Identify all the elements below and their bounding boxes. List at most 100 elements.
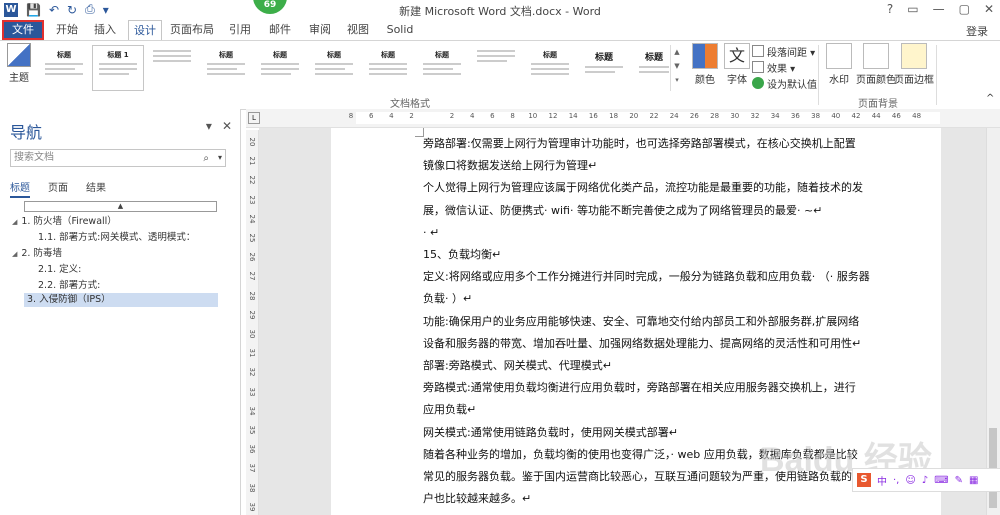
vertical-ruler-tick-label: 31 <box>248 348 256 358</box>
ruler-tick-label: 46 <box>891 112 901 120</box>
style-set-item[interactable]: 标题 <box>416 45 468 91</box>
page-border-button[interactable]: 页面边框 <box>894 43 934 86</box>
tab-home[interactable]: 开始 <box>52 20 82 40</box>
help-icon[interactable]: ? <box>887 2 893 16</box>
ime-voice-icon[interactable]: ♪ <box>922 475 928 486</box>
style-set-item[interactable]: 标题 <box>524 45 576 91</box>
ribbon-tabs: 文件 开始 插入 设计 页面布局 引用 邮件 审阅 视图 Solid 登录 <box>0 20 1000 40</box>
ruler-tick-label: 4 <box>389 112 394 120</box>
watermark-button[interactable]: 水印 <box>822 43 856 86</box>
style-set-item[interactable]: 标题 <box>200 45 252 91</box>
vertical-ruler-tick-label: 23 <box>248 195 256 205</box>
document-paragraph-line[interactable]: 户也比较越来越多。↵ <box>423 488 531 510</box>
ruler-tick-label: 32 <box>750 112 760 120</box>
nav-heading-item[interactable]: ◢ 1. 防火墙（Firewall） <box>12 215 117 229</box>
colors-button[interactable]: 颜色 <box>688 43 722 86</box>
tab-mailings[interactable]: 邮件 <box>266 20 294 40</box>
document-paragraph-line[interactable]: 功能:确保用户的业务应用能够快速、安全、可靠地交付给内部员工和外部服务群,扩展网… <box>423 311 859 333</box>
tab-view[interactable]: 视图 <box>344 20 372 40</box>
tab-references[interactable]: 引用 <box>226 20 254 40</box>
document-paragraph-line[interactable]: 展，微信认证、防便携式· wifi· 等功能不断完善使之成为了网络管理员的最爱·… <box>423 200 822 222</box>
page-color-button[interactable]: 页面颜色 <box>856 43 896 86</box>
document-paragraph-line[interactable]: 个人觉得上网行为管理应该属于网络优化类产品，流控功能是最重要的功能，随着技术的发 <box>423 177 863 199</box>
nav-heading-item-selected[interactable]: 3. 入侵防御（IPS） <box>24 293 218 307</box>
nav-heading-item[interactable]: 2.1. 定义: <box>38 263 81 277</box>
vertical-ruler-tick-label: 27 <box>248 271 256 281</box>
maximize-icon[interactable]: ▢ <box>959 2 970 16</box>
document-paragraph-line[interactable]: 15、负载均衡↵ <box>423 244 501 266</box>
expand-icon[interactable]: ◢ <box>12 218 17 226</box>
nav-heading-item[interactable]: 2.2. 部署方式: <box>38 279 100 293</box>
vertical-ruler-tick-label: 25 <box>248 233 256 243</box>
nav-options-icon[interactable]: ▾ <box>206 119 212 133</box>
document-paragraph-line[interactable]: 部署:旁路模式、网关模式、代理模式↵ <box>423 355 612 377</box>
ruler-tick-label: 36 <box>790 112 800 120</box>
nav-search-input[interactable]: 搜索文档 ⌕ ▾ <box>10 149 226 167</box>
ruler-tick-label: 16 <box>588 112 598 120</box>
minimize-icon[interactable]: — <box>933 2 945 16</box>
ime-punct-icon[interactable]: ·, <box>893 475 899 486</box>
style-set-item[interactable]: 标题 <box>38 45 90 91</box>
nav-tab-results[interactable]: 结果 <box>86 179 106 198</box>
vertical-ruler[interactable] <box>246 130 259 515</box>
nav-tab-headings[interactable]: 标题 <box>10 179 30 198</box>
document-paragraph-line[interactable]: 网关模式:通常使用链路负载时，使用网关模式部署↵ <box>423 422 678 444</box>
tab-design[interactable]: 设计 <box>128 20 162 40</box>
ribbon-display-icon[interactable]: ▭ <box>907 2 918 16</box>
collapse-ribbon-icon[interactable]: ^ <box>986 93 994 104</box>
document-paragraph-line[interactable]: 定义:将网络或应用多个工作分摊进行并同时完成，一般分为链路负载和应用负载· （·… <box>423 266 870 288</box>
nav-close-icon[interactable]: ✕ <box>222 119 232 133</box>
nav-tab-pages[interactable]: 页面 <box>48 179 68 198</box>
document-paragraph-line[interactable]: 镜像口将数据发送给上网行为管理↵ <box>423 155 597 177</box>
document-paragraph-line[interactable]: 负载· ）↵ <box>423 288 472 310</box>
vertical-ruler-tick-label: 28 <box>248 291 256 301</box>
style-set-item[interactable] <box>470 45 522 91</box>
paragraph-spacing-button[interactable]: 段落间距 ▾ <box>752 45 815 59</box>
tab-solid[interactable]: Solid <box>384 20 416 40</box>
ime-emoji-icon[interactable]: ☺ <box>905 475 915 486</box>
set-default-button[interactable]: 设为默认值 <box>752 77 817 91</box>
style-set-item[interactable] <box>146 45 198 91</box>
style-set-item[interactable]: 标题 <box>254 45 306 91</box>
themes-label: 主题 <box>9 73 29 84</box>
sogou-logo-icon: S <box>857 473 871 487</box>
style-set-item[interactable]: 标题 <box>578 45 630 91</box>
ime-toolbar[interactable]: S 中 ·, ☺ ♪ ⌨ ✎ ▦ <box>852 468 1000 492</box>
nav-collapse-bar[interactable]: ▲ <box>24 201 217 212</box>
themes-button[interactable]: 主题 <box>4 43 34 84</box>
close-icon[interactable]: ✕ <box>984 2 994 16</box>
ime-tools-icon[interactable]: ▦ <box>969 475 978 486</box>
ruler-tick-label: 8 <box>510 112 515 120</box>
style-set-item[interactable]: 标题 <box>362 45 414 91</box>
tab-review[interactable]: 审阅 <box>306 20 334 40</box>
tab-insert[interactable]: 插入 <box>90 20 120 40</box>
document-paragraph-line[interactable]: 设备和服务器的带宽、增加吞吐量、加强网络数据处理能力、提高网络的灵活性和可用性↵ <box>423 333 861 355</box>
nav-heading-item[interactable]: ◢ 2. 防毒墙 <box>12 247 62 261</box>
document-paragraph-line[interactable]: 应用负载↵ <box>423 399 476 421</box>
tab-page-layout[interactable]: 页面布局 <box>170 20 214 40</box>
expand-icon[interactable]: ◢ <box>12 250 17 258</box>
style-set-item[interactable]: 标题 1 <box>92 45 144 91</box>
style-set-item[interactable]: 标题 <box>308 45 360 91</box>
nav-heading-item[interactable]: 1.1. 部署方式:网关模式、透明模式： <box>38 231 195 245</box>
tab-selector-icon[interactable]: L <box>248 112 260 124</box>
document-paragraph-line[interactable]: 旁路部署:仅需要上网行为管理审计功能时，也可选择旁路部署模式，在核心交换机上配置 <box>423 133 856 155</box>
login-link[interactable]: 登录 <box>966 23 988 39</box>
chevron-down-icon[interactable]: ▾ <box>218 150 222 166</box>
search-icon[interactable]: ⌕ <box>203 151 209 167</box>
vertical-scrollbar[interactable] <box>986 128 1000 515</box>
effects-button[interactable]: 效果 ▾ <box>752 61 795 75</box>
document-paragraph-line[interactable]: 旁路模式:通常使用负载均衡进行应用负载时，旁路部署在相关应用服务器交换机上，进行 <box>423 377 856 399</box>
gallery-scroll[interactable]: ▲ ▼ ▾ <box>670 45 683 91</box>
ime-mode-label[interactable]: 中 <box>877 473 887 488</box>
ruler-tick-label: 20 <box>629 112 639 120</box>
nav-tabs: 标题 页面 结果 <box>10 179 106 198</box>
vertical-ruler-tick-label: 33 <box>248 387 256 397</box>
ime-keyboard-icon[interactable]: ⌨ <box>934 475 948 486</box>
watermark-icon <box>826 43 852 69</box>
fonts-button[interactable]: 文 字体 <box>720 43 754 86</box>
document-paragraph-line[interactable]: · ↵ <box>423 222 439 244</box>
ime-skin-icon[interactable]: ✎ <box>955 475 963 486</box>
tab-file[interactable]: 文件 <box>2 20 44 40</box>
ruler-tick-label: 6 <box>490 112 495 120</box>
